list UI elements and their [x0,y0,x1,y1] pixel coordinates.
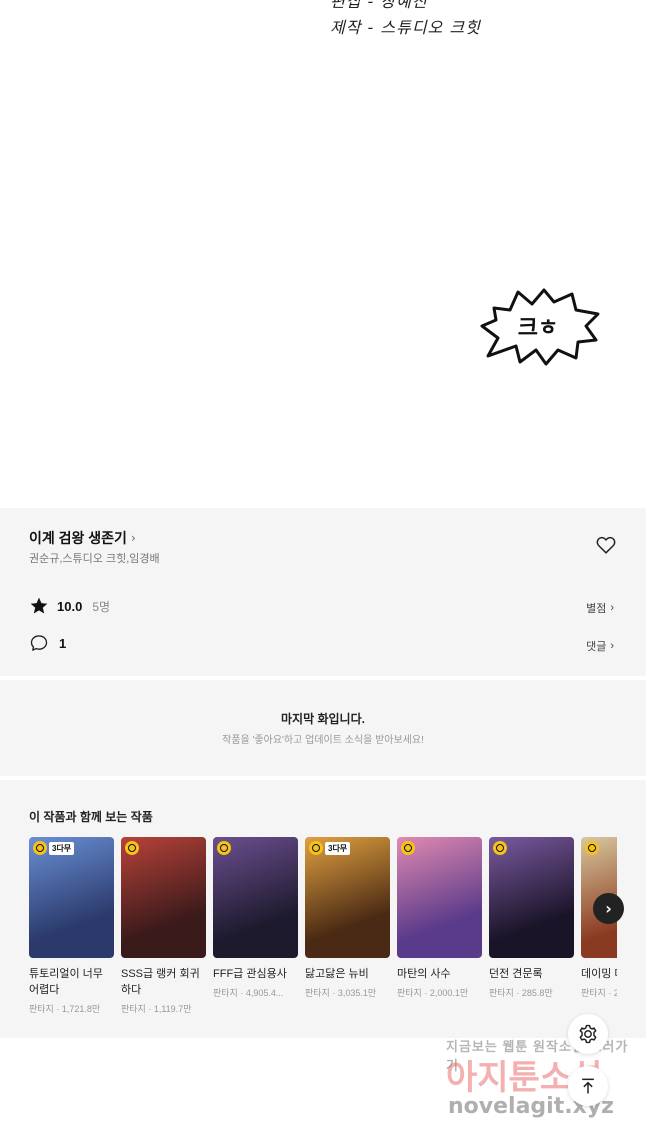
wait-free-badge: 3다무 [309,841,351,855]
recommendation-card[interactable]: 던전 견문록판타지 · 285.8만 [489,837,574,999]
clock-icon [33,841,47,855]
heart-icon[interactable] [595,534,617,556]
rating-score: 10.0 [57,598,83,614]
clock-icon [217,841,231,855]
recommendations-section: 이 작품과 함께 보는 작품 3다무튜토리얼이 너무 어렵다판타지 · 1,72… [0,780,646,1038]
sound-effect-bubble: 크ㅎ [480,286,602,366]
comment-count: 1 [59,635,67,651]
recommendation-thumbnail [397,837,482,958]
comments-label: 댓글 [586,641,607,653]
comments-button[interactable]: 댓글 › [586,638,614,654]
wait-free-badge [493,841,507,855]
recommendation-thumbnail: 3다무 [29,837,114,958]
recommendation-title: 튜토리얼이 너무 어렵다 [29,968,103,996]
clock-icon [493,841,507,855]
clock-icon [401,841,415,855]
work-title-link[interactable]: 이계 검왕 생존기 › [29,528,136,548]
recommendation-title: 데이밍 다 [581,968,617,980]
recommendation-title: SSS급 랭커 회귀하다 [121,968,200,996]
wait-free-badge [217,841,231,855]
last-episode-notice: 마지막 화입니다. 작품을 '좋아요'하고 업데이트 소식을 받아보세요! [0,680,646,776]
rate-button[interactable]: 별점 › [586,600,614,616]
clock-icon [125,841,139,855]
clock-icon [585,841,599,855]
work-authors: 권순규,스튜디오 크힛,임경배 [29,553,160,565]
recommendation-title: FFF급 관심용사 [213,968,287,980]
wait-free-badge: 3다무 [33,841,75,855]
recommendation-card[interactable]: FFF급 관심용사판타지 · 4,905.4... [213,837,298,999]
recommendation-card[interactable]: SSS급 랭커 회귀하다판타지 · 1,119.7만 [121,837,206,1015]
wait-free-badge [125,841,139,855]
badge-label: 3다무 [325,841,351,855]
recommendation-meta: 판타지 · 3,035.1만 [305,988,377,998]
recommendation-meta: 판타지 · 4,905.4... [213,988,284,998]
recommendations-carousel[interactable]: 3다무 튜토리얼이 너무 어렵다 판타지 · 1,721.8만 SSS급 랭커 회귀하… [29,837,617,1027]
watermark: 지금보는 웹툰 원작소설 보러가기 아지툰소설 novelagit.xyz [440,1034,640,1134]
sound-effect-text: 크ㅎ [517,316,559,341]
comment-bubble-icon [30,635,48,651]
wait-free-badge [585,841,599,855]
chevron-right-icon: › [130,531,136,545]
scroll-top-button[interactable] [568,1066,608,1106]
recommendation-meta: 판타지 · 285.8만 [489,988,553,998]
last-episode-subtitle: 작품을 '좋아요'하고 업데이트 소식을 받아보세요! [222,735,424,746]
recommendation-thumbnail [213,837,298,958]
recommendation-title: 닳고닳은 뉴비 [305,968,369,980]
recommendation-card[interactable]: 마탄의 사수판타지 · 2,000.1만 [397,837,482,999]
recommendation-card[interactable]: 3다무튜토리얼이 너무 어렵다판타지 · 1,721.8만 [29,837,114,1015]
recommendation-meta: 판타지 · 2 [581,988,617,998]
comment-row: 1 [29,633,66,653]
rate-label: 별점 [586,603,607,615]
arrow-up-icon [582,1078,594,1094]
recommendation-thumbnail: 3다무 [305,837,390,958]
work-title: 이계 검왕 생존기 [29,530,127,546]
recommendation-thumbnail [489,837,574,958]
recommendation-title: 던전 견문록 [489,968,543,980]
work-info-section: 이계 검왕 생존기 › 권순규,스튜디오 크힛,임경배 10.0 5명 별점 ›… [0,508,646,676]
credit-production: 제작 - 스튜디오 크힛 [330,18,481,37]
recommendation-meta: 판타지 · 1,721.8만 [29,1004,101,1014]
recommendation-meta: 판타지 · 2,000.1만 [397,988,469,998]
badge-label: 3다무 [49,841,75,855]
rating-row: 10.0 5명 [29,596,110,616]
recommendation-meta: 판타지 · 1,119.7만 [121,1004,192,1014]
clock-icon [309,841,323,855]
gear-icon [579,1024,597,1044]
star-icon [30,597,48,614]
comic-panel: 편집 - 장예진 제작 - 스튜디오 크힛 크ㅎ [0,0,646,508]
settings-button[interactable] [568,1014,608,1054]
recommendations-heading: 이 작품과 함께 보는 작품 [29,810,153,824]
chevron-right-icon: › [610,640,614,652]
credit-editor: 편집 - 장예진 [330,0,428,11]
recommendation-title: 마탄의 사수 [397,968,451,980]
carousel-next-button[interactable]: › [593,893,624,924]
chevron-right-icon: › [610,602,614,614]
chevron-right-icon: › [605,899,612,918]
rating-count: 5명 [92,599,111,614]
recommendation-card[interactable]: 3다무닳고닳은 뉴비판타지 · 3,035.1만 [305,837,390,999]
last-episode-title: 마지막 화입니다. [281,712,365,726]
recommendation-thumbnail [121,837,206,958]
wait-free-badge [401,841,415,855]
